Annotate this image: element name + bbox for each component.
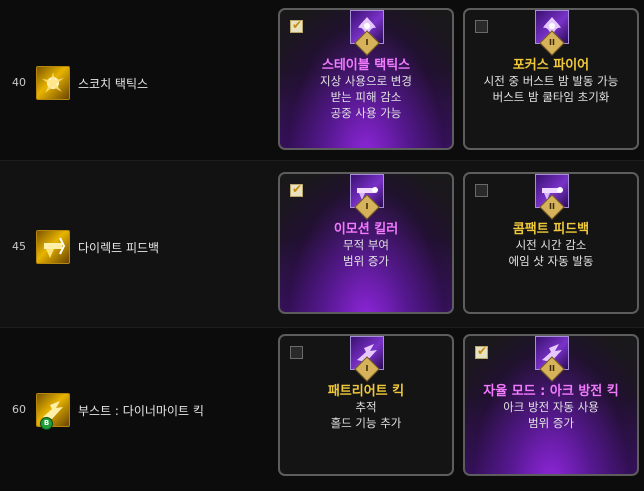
checkbox-unchecked[interactable] <box>475 20 488 33</box>
scorch-tactics-skill-icon <box>36 66 70 100</box>
option-card-emotion-killer[interactable]: ✔ I 이모션 킬러 무적 부여 범위 증가 <box>278 172 454 314</box>
skill-row-40: 40 스코치 택틱스 ✔ I 스테이블 택틱스 지상 사용으로 변경 받는 피해… <box>0 0 644 160</box>
checkbox-checked[interactable]: ✔ <box>290 18 303 33</box>
boost-badge-icon: B <box>40 417 53 430</box>
option-desc-line: 시전 시간 감소 <box>515 238 587 252</box>
option-desc-line: 지상 사용으로 변경 <box>320 74 412 88</box>
check-icon: ✔ <box>292 18 303 32</box>
option-desc-line: 무적 부여 <box>343 238 389 252</box>
option-desc-line: 범위 증가 <box>343 254 389 268</box>
direct-feedback-skill-icon <box>36 230 70 264</box>
option-desc-line: 아크 방전 자동 사용 <box>503 400 599 414</box>
skill-name: 부스트 : 다이너마이트 킥 <box>78 404 204 418</box>
checkbox-checked[interactable]: ✔ <box>475 344 488 359</box>
option-desc-line: 공중 사용 가능 <box>330 106 402 120</box>
option-card-patriot-kick[interactable]: I 패트리어트 킥 추적 홀드 기능 추가 <box>278 334 454 476</box>
option-title: 콤팩트 피드백 <box>512 222 590 237</box>
check-icon: ✔ <box>477 344 488 358</box>
option-desc-line: 범위 증가 <box>528 416 574 430</box>
option-desc-line: 버스트 밤 쿨타임 초기화 <box>492 90 610 104</box>
option-title: 이모션 킬러 <box>333 222 399 237</box>
option-desc-line: 추적 <box>355 400 377 414</box>
option-desc-line: 홀드 기능 추가 <box>330 416 402 430</box>
option-desc-line: 시전 중 버스트 밤 발동 가능 <box>483 74 619 88</box>
checkbox-unchecked[interactable] <box>475 184 488 197</box>
option-card-focus-fire[interactable]: II 포커스 파이어 시전 중 버스트 밤 발동 가능 버스트 밤 쿨타임 초기… <box>463 8 639 150</box>
skill-level: 60 <box>12 403 26 416</box>
skill-level: 40 <box>12 76 26 89</box>
check-icon: ✔ <box>292 182 303 196</box>
option-card-stable-tactics[interactable]: ✔ I 스테이블 택틱스 지상 사용으로 변경 받는 피해 감소 공중 사용 가… <box>278 8 454 150</box>
option-card-compact-feedback[interactable]: II 콤팩트 피드백 시전 시간 감소 에임 샷 자동 발동 <box>463 172 639 314</box>
option-title: 자율 모드 : 아크 방전 킥 <box>483 384 619 399</box>
option-title: 패트리어트 킥 <box>327 384 405 399</box>
option-desc-line: 받는 피해 감소 <box>330 90 402 104</box>
skill-name: 스코치 택틱스 <box>78 77 149 91</box>
checkbox-checked[interactable]: ✔ <box>290 182 303 197</box>
option-title: 포커스 파이어 <box>512 58 590 73</box>
skill-row-45: 45 다이렉트 피드백 ✔ I 이모션 킬러 무적 부여 범위 증가 II 콤팩… <box>0 161 644 327</box>
skill-level: 45 <box>12 240 26 253</box>
skill-name: 다이렉트 피드백 <box>78 241 160 255</box>
dynamite-kick-skill-icon: B <box>36 393 70 430</box>
checkbox-unchecked[interactable] <box>290 346 303 359</box>
option-title: 스테이블 택틱스 <box>321 58 411 73</box>
option-card-autonomous-arc-kick[interactable]: ✔ II 자율 모드 : 아크 방전 킥 아크 방전 자동 사용 범위 증가 <box>463 334 639 476</box>
option-desc-line: 에임 샷 자동 발동 <box>508 254 594 268</box>
skill-row-60: 60 B 부스트 : 다이너마이트 킥 I 패트리어트 킥 추적 홀드 기능 추… <box>0 328 644 491</box>
